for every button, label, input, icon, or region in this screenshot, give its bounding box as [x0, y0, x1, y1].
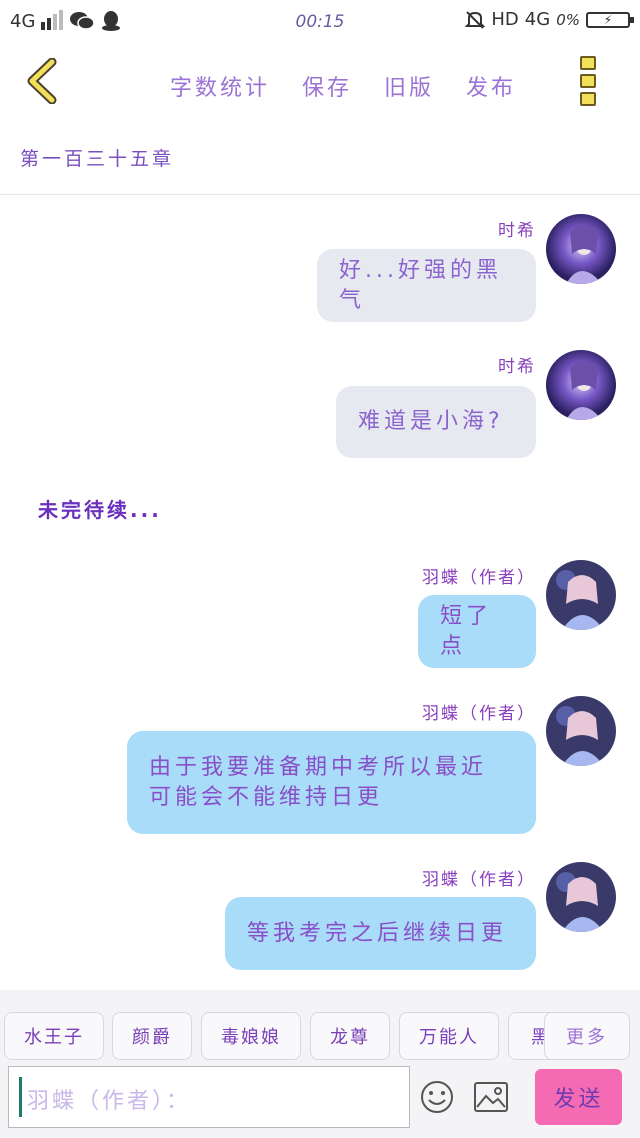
network-indicator-right: 4G	[524, 9, 551, 30]
text-cursor	[19, 1077, 22, 1117]
avatar[interactable]	[546, 350, 616, 420]
sender-name: 羽蝶（作者）	[422, 870, 536, 890]
avatar[interactable]	[546, 560, 616, 630]
to-be-continued: 未完待续...	[38, 498, 162, 522]
save-button[interactable]: 保存	[302, 70, 352, 102]
more-menu-icon[interactable]	[580, 56, 596, 106]
avatar[interactable]	[546, 862, 616, 932]
editor-toolbar: 字数统计 保存 旧版 发布	[0, 44, 640, 124]
character-chip[interactable]: 颜爵	[112, 1012, 192, 1060]
word-count-button[interactable]: 字数统计	[170, 70, 270, 102]
battery-percent: 0%	[556, 10, 580, 29]
sender-name: 羽蝶（作者）	[422, 568, 536, 588]
character-chip[interactable]: 毒娘娘	[201, 1012, 301, 1060]
image-icon[interactable]	[474, 1082, 508, 1112]
old-version-button[interactable]: 旧版	[384, 70, 434, 102]
back-arrow-icon[interactable]	[22, 58, 62, 104]
message-input[interactable]: 羽蝶（作者）：	[8, 1066, 410, 1128]
battery-icon: ⚡	[586, 11, 634, 28]
message-bubble: 短了点	[418, 595, 536, 668]
message-line: 由于我要准备期中考所以最近	[149, 754, 488, 780]
avatar[interactable]	[546, 696, 616, 766]
character-chip[interactable]: 龙尊	[310, 1012, 390, 1060]
chapter-title: 第一百三十五章	[20, 148, 175, 170]
send-button[interactable]: 发送	[535, 1069, 622, 1125]
more-characters-button[interactable]: 更多	[544, 1012, 630, 1060]
character-chip[interactable]: 万能人	[399, 1012, 499, 1060]
avatar[interactable]	[546, 214, 616, 284]
publish-button[interactable]: 发布	[466, 70, 516, 102]
input-placeholder: 羽蝶（作者）：	[27, 1089, 192, 1114]
message-line: 可能会不能维持日更	[149, 784, 384, 810]
message-bubble: 难道是小海?	[336, 386, 536, 458]
emoji-icon[interactable]	[420, 1080, 454, 1114]
mute-icon	[465, 10, 486, 29]
message-bubble: 等我考完之后继续日更	[225, 897, 536, 970]
divider	[0, 194, 640, 195]
character-chip[interactable]: 水王子	[4, 1012, 104, 1060]
sender-name: 时希	[498, 357, 536, 377]
sender-name: 羽蝶（作者）	[422, 704, 536, 724]
sender-name: 时希	[498, 221, 536, 241]
message-bubble: 好...好强的黑气	[317, 249, 536, 322]
status-bar: 4G 00:15 HD 4G 0% ⚡	[0, 0, 640, 44]
hd-label: HD	[491, 9, 519, 30]
message-bubble: 由于我要准备期中考所以最近 可能会不能维持日更	[127, 731, 536, 834]
